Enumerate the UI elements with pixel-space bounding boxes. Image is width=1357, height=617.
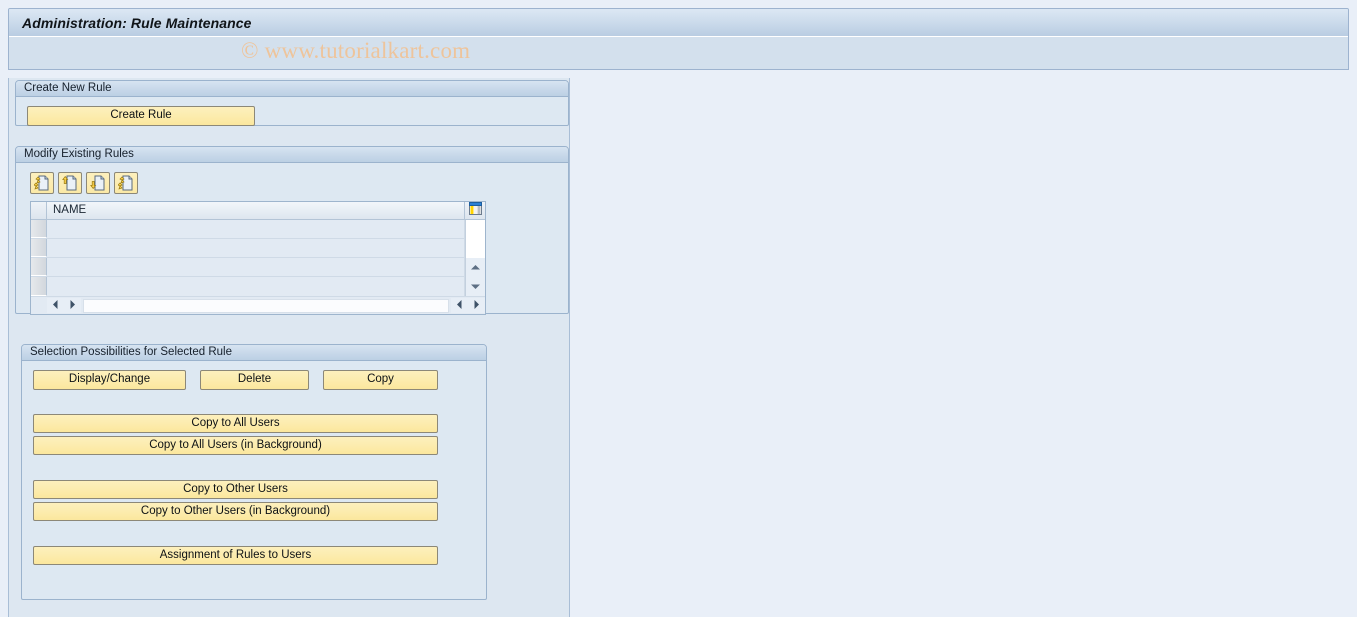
table-row[interactable] xyxy=(31,277,465,296)
chevron-up-icon xyxy=(470,264,481,271)
copy-to-all-users-background-button[interactable]: Copy to All Users (in Background) xyxy=(33,436,438,455)
rule-export-icon xyxy=(118,175,134,191)
rule-download-button[interactable] xyxy=(86,172,110,194)
chevron-right-icon xyxy=(473,297,480,315)
table-rows xyxy=(31,220,465,296)
table-column-header-name[interactable]: NAME xyxy=(47,202,465,219)
table-select-all-cell[interactable] xyxy=(31,202,47,219)
rule-download-icon xyxy=(90,175,106,191)
rule-toolbar xyxy=(30,172,138,194)
chevron-left-icon xyxy=(456,297,463,315)
table-row[interactable] xyxy=(31,239,465,258)
chevron-left-icon xyxy=(52,297,59,315)
row-cell-name[interactable] xyxy=(47,258,465,276)
group-create-new-rule: Create New Rule Create Rule xyxy=(15,80,569,126)
table-column-settings-button[interactable] xyxy=(465,201,485,220)
table-row[interactable] xyxy=(31,258,465,277)
group-title-label: Selection Possibilities for Selected Rul… xyxy=(30,345,232,358)
group-title-label: Create New Rule xyxy=(24,81,112,94)
row-selector[interactable] xyxy=(31,239,47,257)
chevron-down-icon xyxy=(470,283,481,290)
rule-upload-button[interactable] xyxy=(58,172,82,194)
display-change-button[interactable]: Display/Change xyxy=(33,370,186,390)
group-title-label: Modify Existing Rules xyxy=(24,147,134,160)
table-horizontal-scrollbar[interactable] xyxy=(31,296,485,314)
table-vertical-scrollbar[interactable] xyxy=(465,220,485,296)
page-title: Administration: Rule Maintenance xyxy=(22,14,252,31)
application-window: Administration: Rule Maintenance © www.t… xyxy=(0,0,1357,617)
copy-to-all-users-button[interactable]: Copy to All Users xyxy=(33,414,438,433)
table-column-header-label: NAME xyxy=(53,203,87,216)
row-selector[interactable] xyxy=(31,220,47,238)
scroll-up-button[interactable] xyxy=(466,258,485,277)
scroll-left-button-start[interactable] xyxy=(47,298,64,313)
row-cell-name[interactable] xyxy=(47,277,465,296)
delete-button[interactable]: Delete xyxy=(200,370,309,390)
watermark-text: © www.tutorialkart.com xyxy=(241,38,471,63)
column-settings-icon xyxy=(468,201,482,220)
group-selection-possibilities: Selection Possibilities for Selected Rul… xyxy=(21,344,487,600)
scroll-down-button[interactable] xyxy=(466,277,485,296)
scroll-left-button-end[interactable] xyxy=(451,298,468,313)
horizontal-scroll-track[interactable] xyxy=(83,298,449,313)
create-rule-button[interactable]: Create Rule xyxy=(27,106,255,126)
row-selector[interactable] xyxy=(31,258,47,276)
table-body xyxy=(31,220,485,296)
assignment-of-rules-to-users-button[interactable]: Assignment of Rules to Users xyxy=(33,546,438,565)
content-panel: Create New Rule Create Rule Modify Exist… xyxy=(8,78,570,617)
rule-export-button[interactable] xyxy=(114,172,138,194)
rules-table[interactable]: NAME xyxy=(30,201,486,315)
row-selector[interactable] xyxy=(31,277,47,296)
table-header-row: NAME xyxy=(31,201,485,220)
copy-button[interactable]: Copy xyxy=(323,370,438,390)
chevron-right-icon xyxy=(69,297,76,315)
vertical-scroll-track[interactable] xyxy=(466,220,485,258)
watermark-band: © www.tutorialkart.com xyxy=(9,37,1348,69)
group-title-create-new-rule: Create New Rule xyxy=(16,81,568,97)
title-bar: Administration: Rule Maintenance xyxy=(9,9,1348,37)
rule-import-button[interactable] xyxy=(30,172,54,194)
row-cell-name[interactable] xyxy=(47,239,465,257)
rule-upload-icon xyxy=(62,175,78,191)
group-title-modify-existing-rules: Modify Existing Rules xyxy=(16,147,568,163)
scroll-right-button-end[interactable] xyxy=(468,298,485,313)
row-cell-name[interactable] xyxy=(47,220,465,238)
copy-to-other-users-button[interactable]: Copy to Other Users xyxy=(33,480,438,499)
copy-to-other-users-background-button[interactable]: Copy to Other Users (in Background) xyxy=(33,502,438,521)
window-header: Administration: Rule Maintenance © www.t… xyxy=(8,8,1349,70)
group-title-selection-possibilities: Selection Possibilities for Selected Rul… xyxy=(22,345,486,361)
scroll-right-button-start[interactable] xyxy=(64,298,81,313)
group-modify-existing-rules: Modify Existing Rules NAME xyxy=(15,146,569,315)
table-row[interactable] xyxy=(31,220,465,239)
rule-import-icon xyxy=(34,175,50,191)
